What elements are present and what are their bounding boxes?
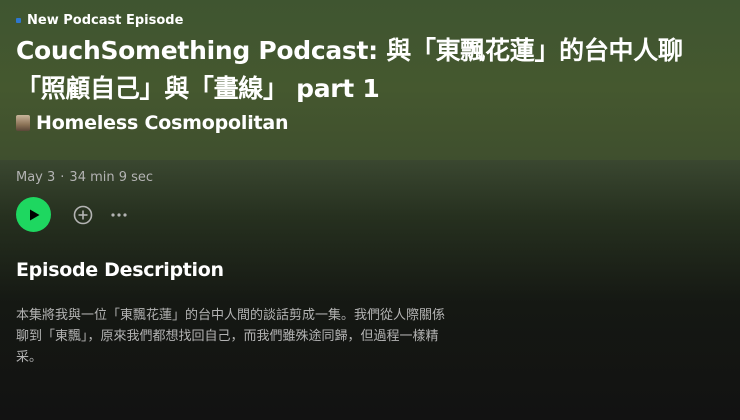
description-heading: Episode Description — [16, 259, 224, 281]
plus-circle-icon — [73, 205, 93, 224]
more-options-button[interactable] — [108, 204, 130, 226]
meta-separator: · — [60, 170, 65, 185]
add-to-library-button[interactable] — [72, 204, 94, 226]
show-avatar — [16, 115, 30, 131]
description-text: 本集將我與一位「東飄花蓮」的台中人間的談話剪成一集。我們從人際關係聊到「東飄」，… — [16, 308, 446, 365]
episode-duration: 34 min 9 sec — [69, 170, 154, 185]
more-horizontal-icon — [111, 212, 127, 217]
show-link[interactable]: Homeless Cosmopolitan — [16, 112, 289, 134]
episode-title: CouchSomething Podcast: 與「東飄花蓮」的台中人聊「照顧自… — [16, 36, 683, 103]
new-badge-dot — [16, 18, 21, 23]
episode-controls — [16, 197, 130, 232]
play-icon — [29, 209, 39, 220]
kicker-label: New Podcast Episode — [27, 13, 184, 28]
episode-date: May 3 — [16, 170, 56, 185]
play-button[interactable] — [16, 197, 51, 232]
show-name[interactable]: Homeless Cosmopolitan — [36, 112, 289, 134]
episode-kicker: New Podcast Episode — [16, 13, 183, 28]
episode-meta: May 3 · 34 min 9 sec — [16, 170, 153, 185]
